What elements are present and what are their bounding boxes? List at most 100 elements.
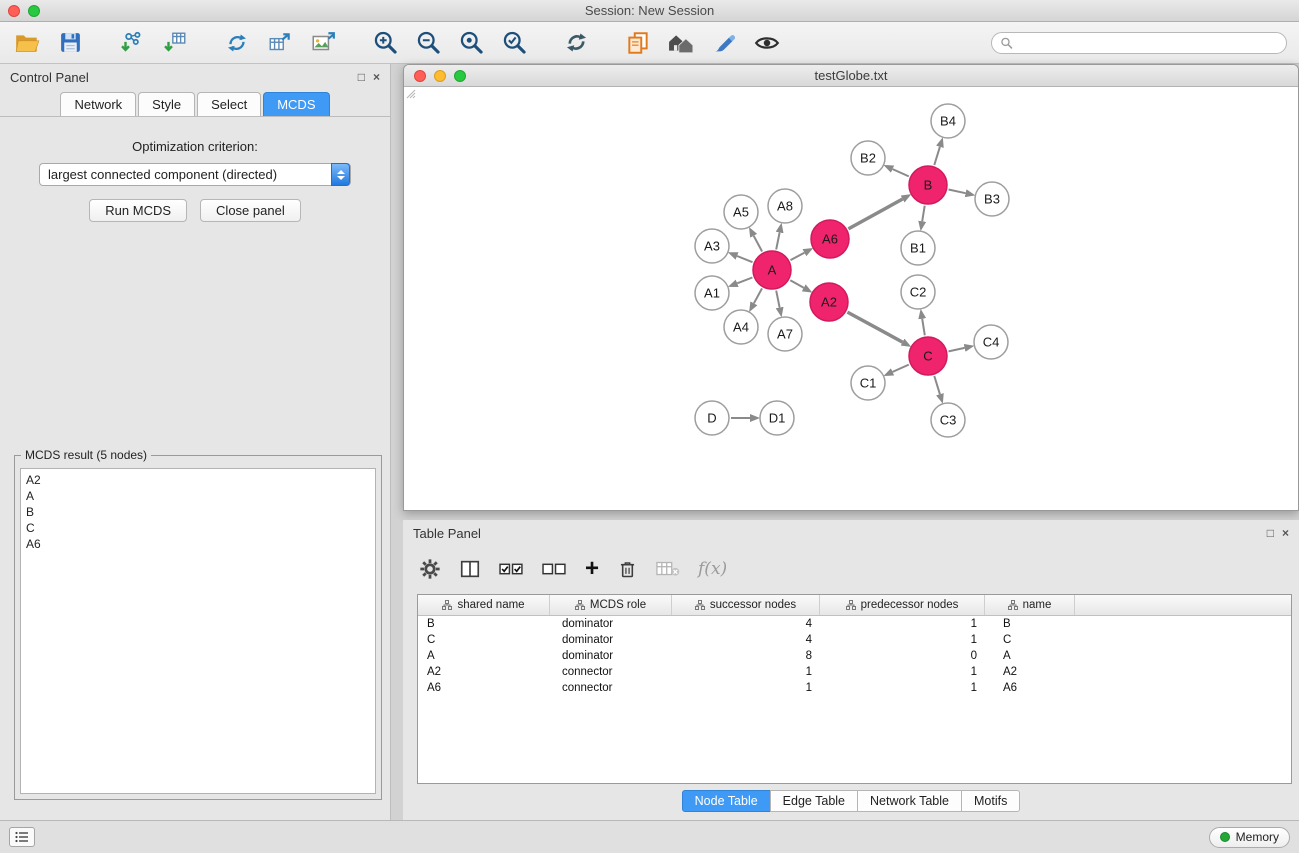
column-header-name[interactable]: name	[985, 595, 1075, 615]
graph-node-A7[interactable]: A7	[768, 317, 802, 351]
export-image-button[interactable]	[308, 28, 338, 58]
graph-node-C4[interactable]: C4	[974, 325, 1008, 359]
graph-edge-A6-B[interactable]	[848, 199, 902, 229]
network-window-titlebar[interactable]: testGlobe.txt	[404, 65, 1298, 87]
table-row[interactable]: A6connector11A6	[418, 680, 1291, 696]
graph-node-C1[interactable]: C1	[851, 366, 885, 400]
table-row[interactable]: A2connector11A2	[418, 664, 1291, 680]
mcds-result-item[interactable]: C	[26, 520, 370, 536]
table-row[interactable]: Adominator80A	[418, 648, 1291, 664]
column-header-successor-nodes[interactable]: successor nodes	[672, 595, 820, 615]
float-table-panel-icon[interactable]: □	[1267, 527, 1274, 539]
gear-button[interactable]	[419, 558, 441, 580]
graph-edge-C-C4[interactable]	[949, 348, 965, 352]
graph-node-D[interactable]: D	[695, 401, 729, 435]
control-tab-style[interactable]: Style	[138, 92, 195, 116]
zoom-network-window-button[interactable]	[454, 70, 466, 82]
graph-node-C3[interactable]: C3	[931, 403, 965, 437]
select-all-button[interactable]	[499, 561, 524, 577]
graph-node-C2[interactable]: C2	[901, 275, 935, 309]
mcds-result-item[interactable]: A	[26, 488, 370, 504]
resize-grip-icon[interactable]	[404, 87, 416, 99]
graph-edge-B-B3[interactable]	[949, 190, 966, 194]
zoom-window-button[interactable]	[28, 5, 40, 17]
graph-edge-B-B4[interactable]	[934, 147, 940, 165]
search-input[interactable]	[1017, 36, 1278, 50]
graph-edge-A-A8[interactable]	[776, 233, 779, 250]
criterion-dropdown[interactable]: largest connected component (directed)	[39, 163, 351, 186]
save-session-button[interactable]	[55, 28, 85, 58]
mcds-result-list[interactable]: A2ABCA6	[20, 468, 376, 794]
column-header-predecessor-nodes[interactable]: predecessor nodes	[820, 595, 985, 615]
graph-node-A4[interactable]: A4	[724, 310, 758, 344]
table-tab-motifs[interactable]: Motifs	[961, 790, 1020, 812]
graph-edge-A-A4[interactable]	[754, 288, 762, 303]
graph-edge-A-A6[interactable]	[791, 253, 805, 260]
delete-row-button[interactable]	[617, 559, 638, 580]
graph-node-B3[interactable]: B3	[975, 182, 1009, 216]
graph-node-B2[interactable]: B2	[851, 141, 885, 175]
graph-node-B4[interactable]: B4	[931, 104, 965, 138]
control-tab-network[interactable]: Network	[60, 92, 136, 116]
graph-node-B[interactable]: B	[909, 166, 947, 204]
graph-edge-A-A3[interactable]	[737, 256, 752, 262]
graph-node-B1[interactable]: B1	[901, 231, 935, 265]
mcds-result-item[interactable]: A6	[26, 536, 370, 552]
control-tab-select[interactable]: Select	[197, 92, 261, 116]
graph-node-A1[interactable]: A1	[695, 276, 729, 310]
table-tab-edge-table[interactable]: Edge Table	[770, 790, 858, 812]
add-row-icon[interactable]: +	[585, 559, 599, 579]
graph-edge-A-A5[interactable]	[754, 236, 762, 252]
graph-edge-B-B1[interactable]	[922, 206, 925, 222]
zoom-selected-button[interactable]	[499, 28, 529, 58]
memory-button[interactable]: Memory	[1209, 827, 1290, 848]
graph-node-A6[interactable]: A6	[811, 220, 849, 258]
graph-node-D1[interactable]: D1	[760, 401, 794, 435]
zoom-fit-button[interactable]	[456, 28, 486, 58]
control-tab-mcds[interactable]: MCDS	[263, 92, 329, 116]
import-network-button[interactable]	[117, 28, 147, 58]
graph-edge-A-A2[interactable]	[790, 280, 803, 288]
graph-node-A2[interactable]: A2	[810, 283, 848, 321]
graph-node-C[interactable]: C	[909, 337, 947, 375]
graph-node-A3[interactable]: A3	[695, 229, 729, 263]
graph-edge-A2-C[interactable]	[847, 312, 902, 342]
close-network-window-button[interactable]	[414, 70, 426, 82]
network-canvas[interactable]: B4 B2 B B3 A5 A8 A6 B1 A3 A C2 A1 A2 A4 A7 C4 C C1 C3 D D1	[404, 87, 1298, 510]
export-table-button[interactable]	[265, 28, 295, 58]
graph-edge-C-C3[interactable]	[934, 376, 940, 394]
graph-edge-A-A1[interactable]	[737, 278, 752, 284]
copy-button[interactable]	[623, 28, 653, 58]
graph-node-A5[interactable]: A5	[724, 195, 758, 229]
graph-edge-C-C1[interactable]	[893, 365, 909, 372]
zoom-out-button[interactable]	[413, 28, 443, 58]
graph-node-A[interactable]: A	[753, 251, 791, 289]
close-window-button[interactable]	[8, 5, 20, 17]
table-row[interactable]: Cdominator41C	[418, 632, 1291, 648]
task-history-button[interactable]	[9, 827, 35, 847]
home-button[interactable]	[666, 28, 696, 58]
open-session-button[interactable]	[12, 28, 42, 58]
graph-edge-B-B2[interactable]	[893, 169, 909, 176]
column-header-MCDS-role[interactable]: MCDS role	[550, 595, 672, 615]
close-panel-icon[interactable]: ×	[373, 71, 380, 83]
minimize-network-window-button[interactable]	[434, 70, 446, 82]
zoom-in-button[interactable]	[370, 28, 400, 58]
close-table-panel-icon[interactable]: ×	[1282, 527, 1289, 539]
table-row[interactable]: Bdominator41B	[418, 616, 1291, 632]
style-button[interactable]	[709, 28, 739, 58]
graph-edge-C-C2[interactable]	[922, 319, 925, 336]
column-header-shared-name[interactable]: shared name	[418, 595, 550, 615]
import-table-button[interactable]	[160, 28, 190, 58]
graph-node-A8[interactable]: A8	[768, 189, 802, 223]
search-box[interactable]	[991, 32, 1287, 54]
mcds-result-item[interactable]: A2	[26, 472, 370, 488]
close-panel-button[interactable]: Close panel	[200, 199, 301, 222]
refresh-button[interactable]	[561, 28, 591, 58]
mcds-result-item[interactable]: B	[26, 504, 370, 520]
show-columns-button[interactable]	[459, 558, 481, 580]
unselect-all-button[interactable]	[542, 561, 567, 577]
graph-edge-A-A7[interactable]	[776, 291, 779, 308]
show-graphics-button[interactable]	[752, 28, 782, 58]
table-tab-node-table[interactable]: Node Table	[682, 790, 771, 812]
